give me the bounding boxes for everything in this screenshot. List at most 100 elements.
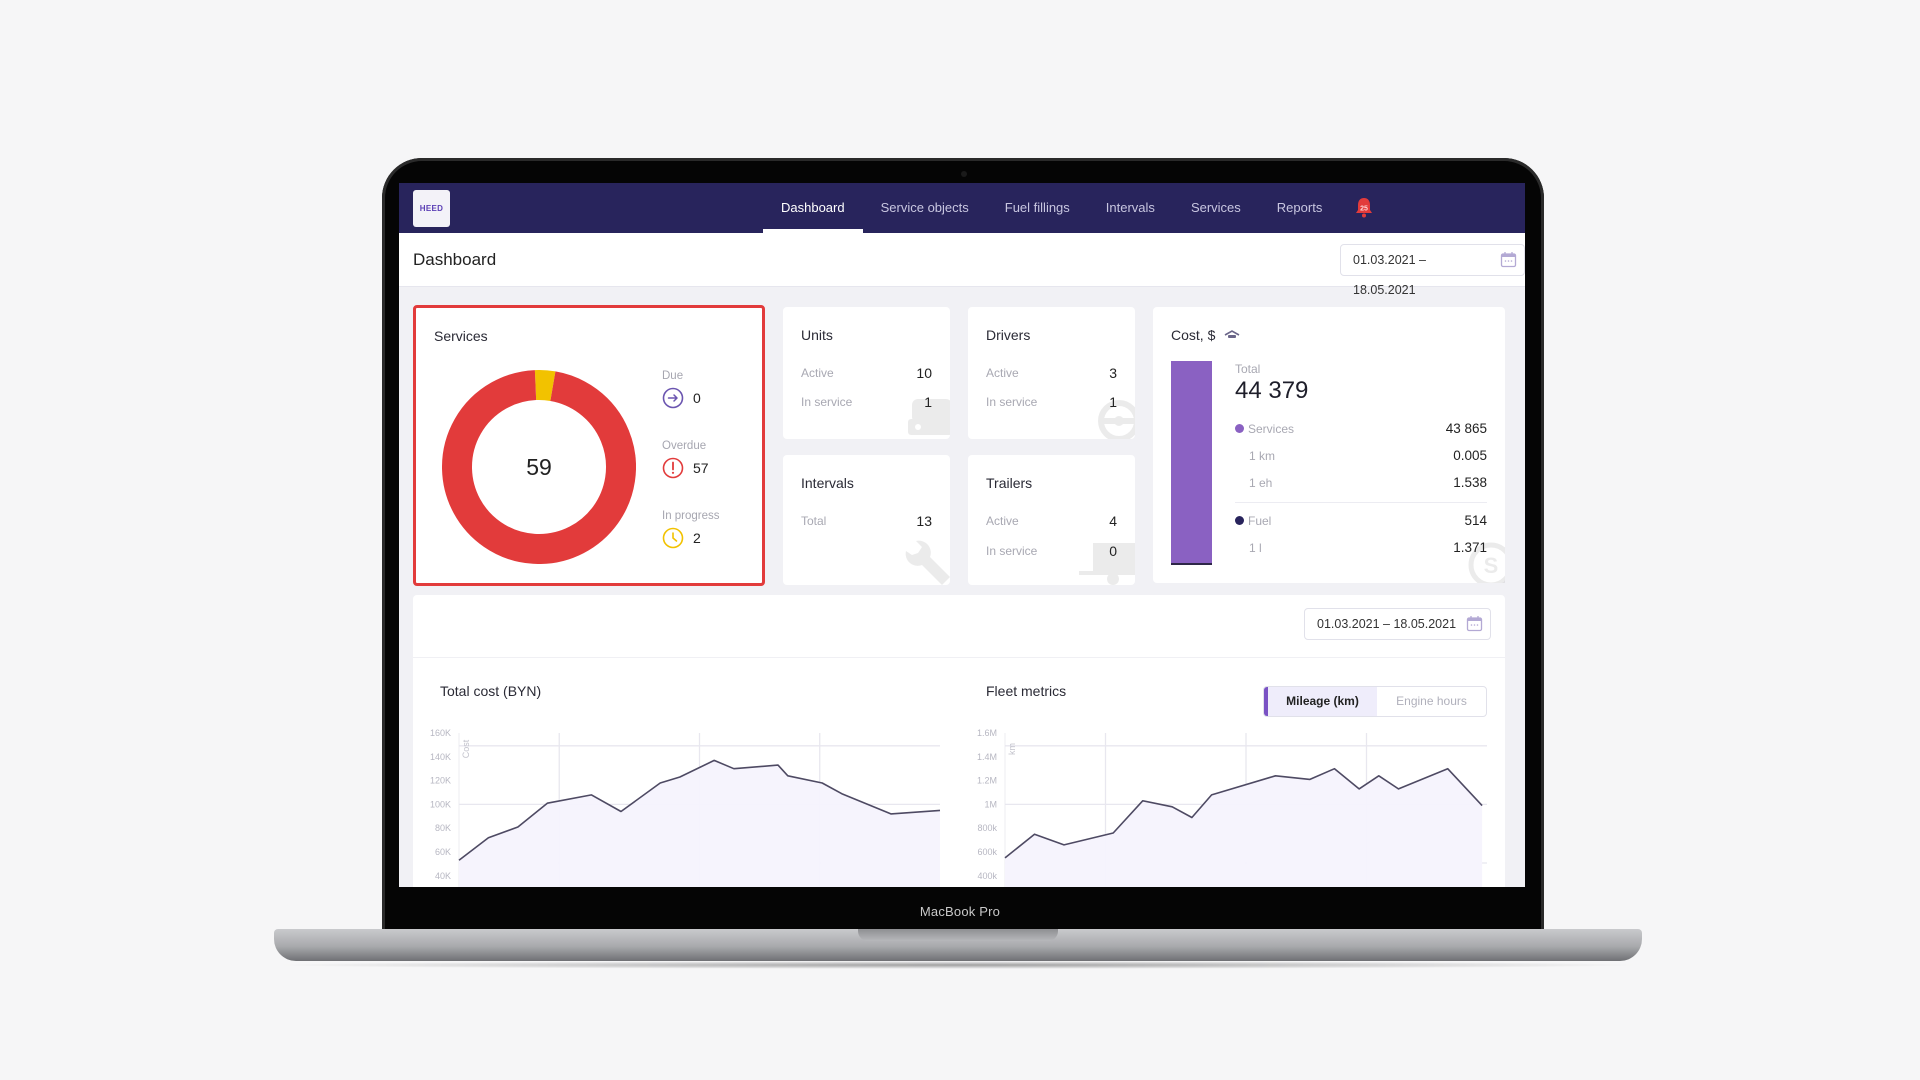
drivers-card[interactable]: Drivers Active 3 In service 1 [968,307,1135,439]
y-tick-label: 40K [435,871,451,881]
fleet-metric-toggle: Mileage (km) Engine hours [1263,686,1487,717]
cost-fuel-value: 514 [1464,513,1487,528]
cost-per-km-value: 0.005 [1453,448,1487,463]
trailers-active-label: Active [986,514,1019,528]
intervals-title: Intervals [801,475,854,491]
y-tick-label: 1.6M [977,728,997,738]
cost-per-l-label: 1 l [1249,540,1262,555]
services-dot-icon [1235,424,1244,433]
legend-in-progress-value: 2 [693,530,701,546]
logo-text: HEED [419,204,444,213]
charts-panel: 01.03.2021 – 18.05.2021 Total cost (BYN)… [413,595,1505,887]
legend-due: Due 0 [662,370,701,409]
y-tick-label: 1.4M [977,752,997,762]
toggle-mileage[interactable]: Mileage (km) [1264,687,1377,716]
top-navigation: HEED Dashboard Service objects Fuel fill… [399,183,1525,233]
cost-divider [1235,502,1487,503]
legend-due-label: Due [662,370,684,382]
y-tick-label: 120K [430,776,451,786]
cost-fuel-label: Fuel [1248,513,1272,528]
y-tick-label: 600k [977,847,997,857]
notifications-count: 25 [1360,206,1368,213]
fleet-metrics-chart: 1.6M 1.4M 1.2M 1M 800k 600k 400k km [977,728,1487,887]
steering-wheel-icon [1098,400,1135,439]
units-title: Units [801,327,833,343]
svg-text:S: S [1484,553,1499,578]
cost-total-value: 44 379 [1235,377,1309,404]
drivers-active-value: 3 [1109,365,1117,381]
y-axis-title: km [1007,743,1017,755]
legend-overdue-label: Overdue [662,440,707,452]
y-tick-label: 160K [430,728,451,738]
cost-title: Cost, $ [1171,327,1216,343]
y-tick-label: 1.2M [977,776,997,786]
cost-per-km-label: 1 km [1249,448,1276,463]
legend-in-progress: In progress 2 [662,510,720,549]
exclamation-circle-icon [662,457,684,479]
page-title: Dashboard [413,250,497,269]
cost-per-km-row: 1 km 0.005 [1235,442,1487,469]
app-screen: HEED Dashboard Service objects Fuel fill… [399,183,1525,887]
nav-menu: Dashboard Service objects Fuel fillings … [763,183,1340,233]
services-card[interactable]: Services 59 Due 0 Overdue 57 In progress… [413,305,765,586]
nav-item-reports[interactable]: Reports [1259,183,1341,233]
y-tick-label: 140K [430,752,451,762]
fleet-metrics-chart-title: Fleet metrics [986,683,1067,699]
nav-item-service-objects[interactable]: Service objects [863,183,987,233]
trailer-icon [1079,543,1135,585]
legend-overdue-value: 57 [693,460,709,476]
cost-per-eh-label: 1 eh [1249,475,1273,490]
units-active-label: Active [801,366,834,380]
cost-breakdown-bar [1171,361,1212,565]
calendar-icon[interactable] [1466,615,1483,632]
nav-item-dashboard[interactable]: Dashboard [763,183,863,233]
intervals-total-value: 13 [916,513,932,529]
page-header: Dashboard 01.03.2021 – 18.05.2021 [399,233,1525,297]
charts-toolbar: 01.03.2021 – 18.05.2021 [413,595,1505,658]
currency-toggle-icon[interactable] [1224,330,1240,340]
legend-overdue: Overdue 57 [662,440,709,479]
drivers-title: Drivers [986,327,1031,343]
date-range-picker[interactable]: 01.03.2021 – 18.05.2021 [1340,244,1525,297]
calendar-icon[interactable] [1500,251,1517,268]
units-active-value: 10 [916,365,932,381]
total-cost-chart-title: Total cost (BYN) [440,683,542,699]
charts-date-range-picker[interactable]: 01.03.2021 – 18.05.2021 [1304,608,1492,640]
cost-per-eh-row: 1 eh 1.538 [1235,469,1487,496]
fuel-dot-icon [1235,516,1244,525]
clock-icon [662,527,684,549]
trailers-active-value: 4 [1109,513,1117,529]
services-total: 59 [526,453,552,480]
wrench-icon [905,540,950,585]
drivers-in-service-label: In service [986,395,1038,409]
camera [961,171,967,177]
laptop-shadow [270,961,1646,969]
cost-info: Total 44 379 Services 43 865 1 km 0.005 … [1235,362,1487,561]
cost-services-row: Services 43 865 [1235,415,1487,442]
legend-in-progress-label: In progress [662,510,720,522]
nav-item-fuel-fillings[interactable]: Fuel fillings [987,183,1088,233]
notifications-bell-icon[interactable]: 25 [1354,197,1374,219]
nav-item-intervals[interactable]: Intervals [1088,183,1173,233]
cost-per-l-row: 1 l 1.371 [1235,534,1487,561]
trailers-card[interactable]: Trailers Active4 In service0 [968,455,1135,585]
stage: HEED Dashboard Service objects Fuel fill… [0,0,1920,1080]
dollar-coin-icon: S [1468,542,1505,583]
cost-card[interactable]: Cost, $ Total 44 379 Services 43 865 1 k… [1153,307,1505,583]
series-area [1005,768,1483,887]
drivers-active-label: Active [986,366,1019,380]
arrow-right-circle-icon [662,387,684,409]
trailers-in-service-label: In service [986,544,1038,558]
cost-fuel-row: Fuel 514 [1235,507,1487,534]
nav-item-services[interactable]: Services [1173,183,1259,233]
intervals-total-label: Total [801,514,827,528]
y-axis-title: Cost [461,739,471,758]
units-card[interactable]: Units Active10 In service1 [783,307,950,439]
laptop-notch [858,929,1058,941]
intervals-card[interactable]: Intervals Total 13 [783,455,950,585]
legend-due-value: 0 [693,390,701,406]
toggle-engine-hours[interactable]: Engine hours [1377,687,1486,716]
app-logo[interactable]: HEED [413,190,450,227]
y-tick-label: 100K [430,799,451,809]
car-icon [908,399,950,435]
